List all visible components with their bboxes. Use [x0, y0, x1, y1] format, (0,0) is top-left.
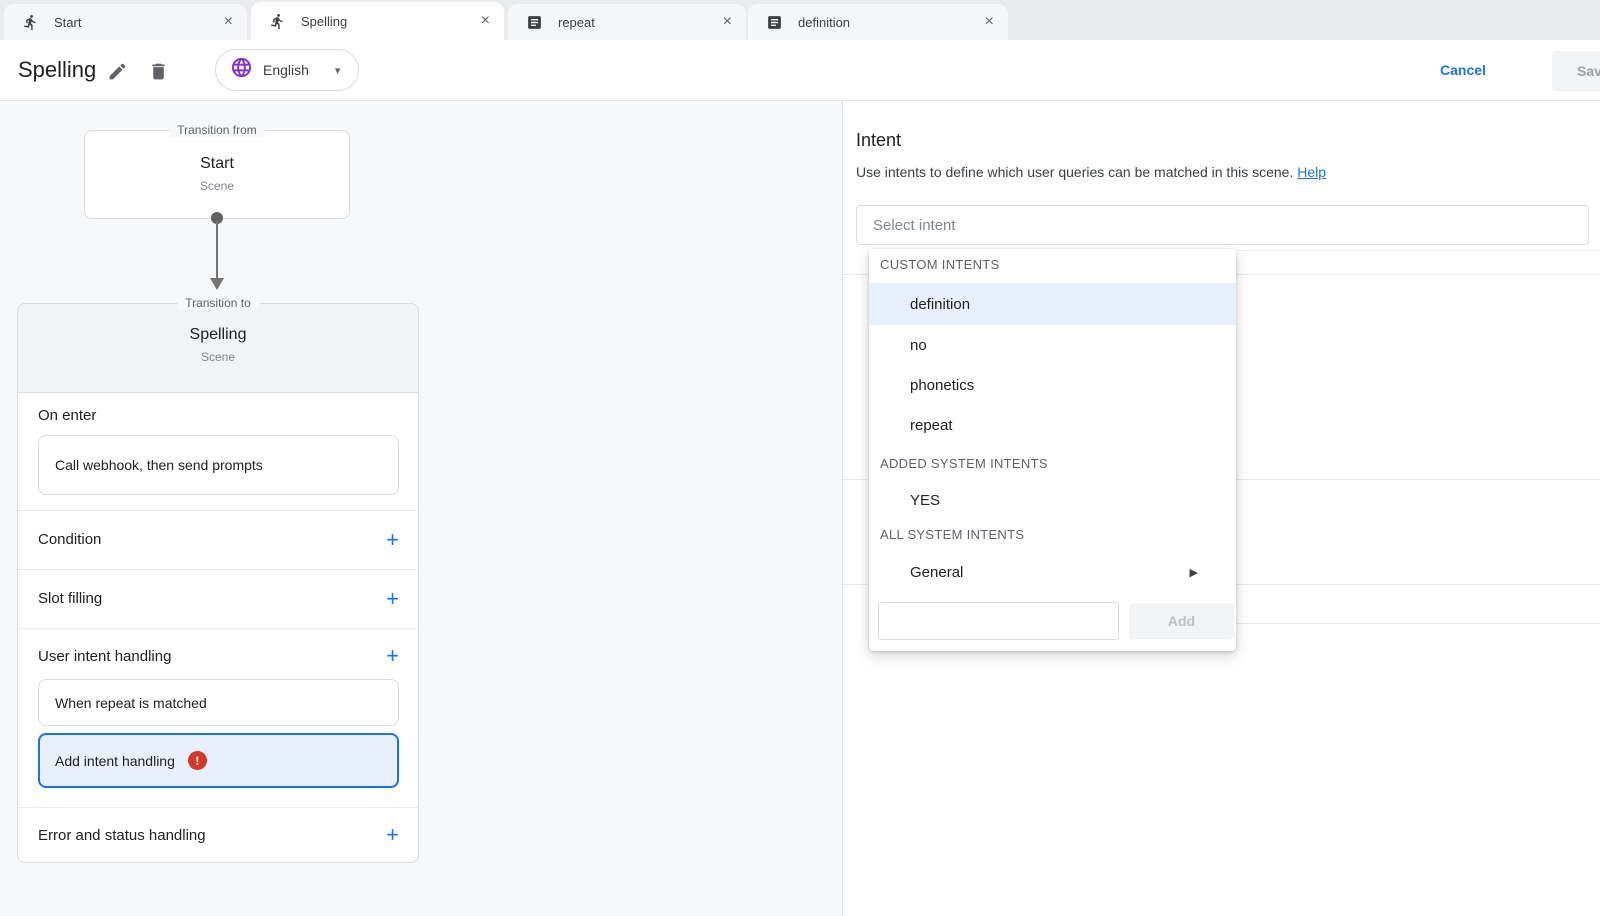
group-added-system-intents: ADDED SYSTEM INTENTS — [880, 456, 1048, 471]
intent-option-yes[interactable]: YES — [869, 481, 1236, 519]
intent-option-definition[interactable]: definition — [869, 283, 1236, 325]
intent-option-no[interactable]: no — [869, 325, 1236, 365]
tab-label: Spelling — [301, 14, 473, 29]
chevron-down-icon: ▾ — [335, 64, 341, 77]
node-title: Spelling — [18, 326, 418, 344]
slot-filling-section: Slot filling + — [38, 569, 399, 628]
add-user-intent-button[interactable]: + — [386, 645, 399, 667]
close-icon[interactable]: × — [224, 14, 233, 30]
slot-filling-label: Slot filling — [38, 590, 102, 607]
group-custom-intents: CUSTOM INTENTS — [880, 257, 1000, 272]
delete-scene-button[interactable] — [144, 57, 172, 85]
tab-label: definition — [798, 15, 977, 30]
language-label: English — [263, 62, 309, 78]
close-icon[interactable]: × — [985, 14, 994, 30]
tab-spelling[interactable]: Spelling × — [251, 2, 504, 40]
tab-definition[interactable]: definition × — [748, 4, 1008, 40]
error-handling-label: Error and status handling — [38, 827, 206, 844]
divider — [1236, 250, 1600, 251]
node-subtitle: Scene — [85, 179, 349, 193]
transition-to-tag: Transition to — [177, 296, 259, 310]
intent-panel-title: Intent — [856, 130, 901, 151]
add-intent-handling-item[interactable]: Add intent handling ! — [38, 733, 399, 788]
scene-card-header[interactable]: Transition to Spelling Scene — [17, 303, 419, 393]
close-icon[interactable]: × — [723, 14, 732, 30]
group-all-system-intents: ALL SYSTEM INTENTS — [880, 527, 1024, 542]
article-icon — [526, 14, 543, 31]
start-scene-node[interactable]: Transition from Start Scene — [84, 130, 350, 219]
save-button[interactable]: Save — [1552, 51, 1600, 91]
pencil-icon — [107, 61, 128, 82]
trash-icon — [148, 61, 169, 82]
user-intent-label: User intent handling — [38, 648, 171, 665]
intent-panel-description: Use intents to define which user queries… — [856, 164, 1326, 180]
user-intent-section: User intent handling + — [38, 628, 399, 684]
flow-canvas: Transition from Start Scene Transition t… — [0, 101, 843, 916]
scene-editor-page: Start × Spelling × repeat × definition × — [0, 0, 1600, 916]
cancel-button[interactable]: Cancel — [1436, 40, 1490, 100]
add-intent-button[interactable]: Add — [1129, 603, 1234, 639]
page-title: Spelling — [18, 40, 96, 100]
general-label: General — [910, 564, 963, 581]
scene-header: Spelling English ▾ Cancel Save — [0, 40, 1600, 101]
spelling-scene-card: Transition to Spelling Scene On enter Ca… — [17, 303, 419, 863]
connector-arrowhead — [210, 278, 224, 290]
edit-scene-button[interactable] — [103, 57, 131, 85]
select-intent-input[interactable] — [856, 205, 1589, 245]
add-error-handling-button[interactable]: + — [386, 824, 399, 846]
new-intent-input[interactable] — [878, 602, 1119, 640]
tab-bar: Start × Spelling × repeat × definition × — [0, 0, 1600, 40]
intent-option-phonetics[interactable]: phonetics — [869, 365, 1236, 405]
tab-label: Start — [54, 15, 216, 30]
add-intent-handling-label: Add intent handling — [55, 753, 175, 769]
tab-label: repeat — [558, 15, 715, 30]
node-subtitle: Scene — [18, 350, 418, 364]
on-enter-label: On enter — [38, 407, 96, 424]
submenu-arrow-icon: ▶ — [1190, 566, 1198, 579]
tab-start[interactable]: Start × — [4, 4, 247, 40]
run-icon — [22, 14, 39, 31]
intent-option-general[interactable]: General ▶ — [869, 553, 1236, 591]
run-icon — [269, 13, 286, 30]
condition-section: Condition + — [38, 510, 399, 569]
help-link[interactable]: Help — [1297, 164, 1326, 180]
transition-from-tag: Transition from — [169, 123, 265, 137]
close-icon[interactable]: × — [481, 13, 490, 29]
condition-label: Condition — [38, 531, 101, 548]
intent-option-repeat[interactable]: repeat — [869, 405, 1236, 445]
intent-panel: Intent Use intents to define which user … — [843, 101, 1600, 916]
article-icon — [766, 14, 783, 31]
language-selector[interactable]: English ▾ — [215, 49, 359, 91]
tab-repeat[interactable]: repeat × — [508, 4, 746, 40]
node-title: Start — [85, 155, 349, 173]
description-text: Use intents to define which user queries… — [856, 164, 1293, 180]
intent-dropdown: CUSTOM INTENTS definition no phonetics r… — [869, 249, 1236, 651]
globe-icon — [230, 56, 253, 84]
add-condition-button[interactable]: + — [386, 529, 399, 551]
on-enter-item[interactable]: Call webhook, then send prompts — [38, 435, 399, 495]
error-icon: ! — [188, 751, 207, 770]
add-slot-button[interactable]: + — [386, 588, 399, 610]
error-handling-section: Error and status handling + — [38, 807, 399, 863]
intent-handler-item[interactable]: When repeat is matched — [38, 679, 399, 726]
divider — [1236, 623, 1600, 624]
connector-line — [216, 221, 218, 279]
